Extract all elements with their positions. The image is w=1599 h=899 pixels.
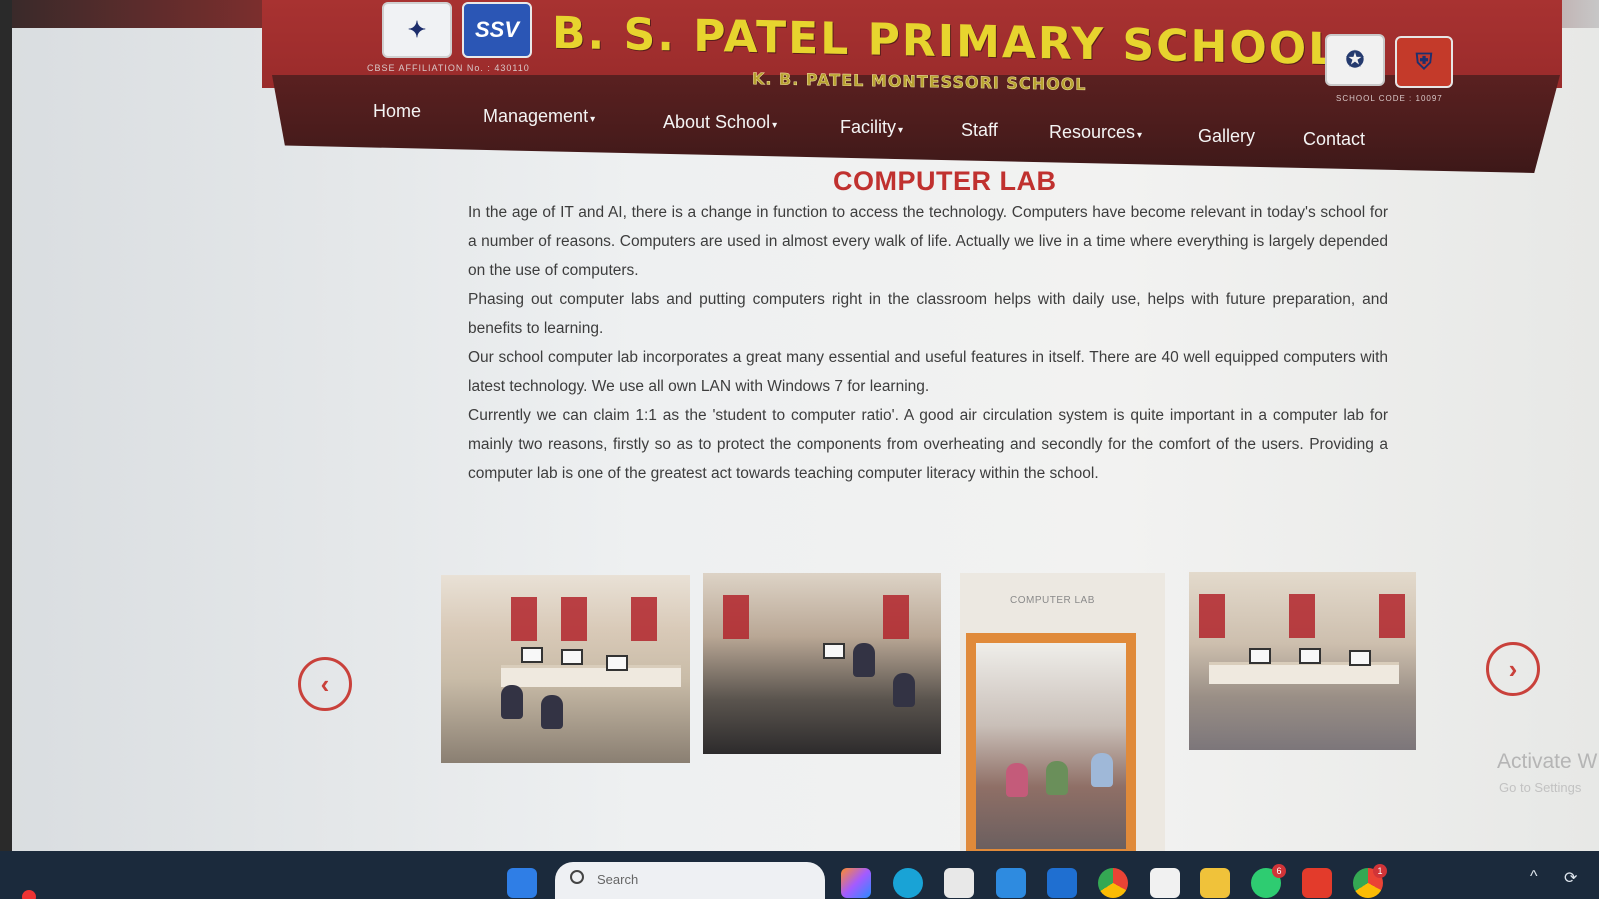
- chrome-icon[interactable]: [1098, 868, 1128, 898]
- nav-facility-label: Facility: [840, 117, 897, 137]
- carousel-prev-button[interactable]: ‹: [298, 657, 352, 711]
- copilot-icon[interactable]: [841, 868, 871, 898]
- chevron-left-icon: ‹: [320, 668, 330, 699]
- nav-staff[interactable]: Staff: [961, 120, 998, 141]
- nav-resources[interactable]: Resources ▾: [1049, 122, 1142, 143]
- nav-gallery-label: Gallery: [1198, 126, 1256, 146]
- edge-icon[interactable]: [893, 868, 923, 898]
- student: [541, 695, 563, 729]
- curtain: [1379, 594, 1405, 638]
- carousel-photo[interactable]: [1189, 572, 1416, 750]
- lab-door: [966, 633, 1136, 859]
- monitor: [1299, 648, 1321, 664]
- carousel-photo[interactable]: COMPUTER LAB: [960, 573, 1165, 859]
- person: [1006, 763, 1028, 797]
- sync-icon[interactable]: ⟳: [1564, 868, 1577, 888]
- crest-logo: ✪: [1325, 34, 1385, 86]
- carousel-next-button[interactable]: ›: [1486, 642, 1540, 696]
- person: [1091, 753, 1113, 787]
- nav-facility[interactable]: Facility ▾: [840, 117, 903, 138]
- paragraph-2: Phasing out computer labs and putting co…: [468, 291, 1388, 337]
- windows-activate-watermark: Activate W: [1497, 750, 1598, 773]
- paragraph-3: Our school computer lab incorporates a g…: [468, 349, 1388, 395]
- emblem-logo[interactable]: ✦: [382, 2, 452, 58]
- desk: [501, 665, 681, 687]
- page-title: COMPUTER LAB: [833, 166, 1057, 196]
- monitor: [823, 643, 845, 659]
- student: [501, 685, 523, 719]
- nav-management-label: Management: [483, 106, 589, 126]
- content-text: In the age of IT and AI, there is a chan…: [468, 198, 1388, 488]
- nav-home-label: Home: [373, 101, 422, 121]
- monitor: [1249, 648, 1271, 664]
- tray-chevron-up-icon[interactable]: ^: [1530, 868, 1538, 886]
- wps-office-icon[interactable]: [1302, 868, 1332, 898]
- nav-about-school[interactable]: About School ▾: [663, 112, 777, 133]
- chevron-down-icon: ▾: [772, 120, 778, 131]
- nav-contact[interactable]: Contact: [1303, 129, 1365, 150]
- folder-icon[interactable]: [1200, 868, 1230, 898]
- store-icon[interactable]: [944, 868, 974, 898]
- chevron-down-icon: ▾: [590, 114, 596, 125]
- curtain: [631, 597, 657, 641]
- chevron-down-icon: ▾: [1137, 130, 1143, 141]
- record-indicator-icon: [22, 890, 36, 899]
- nav-gallery[interactable]: Gallery: [1198, 126, 1255, 147]
- carousel-photo[interactable]: [441, 575, 690, 763]
- monitor: [1349, 650, 1371, 666]
- monitor: [521, 647, 543, 663]
- outlook-icon[interactable]: [1047, 868, 1077, 898]
- nav-staff-label: Staff: [961, 120, 998, 140]
- lab-door-sign: COMPUTER LAB: [1010, 595, 1095, 606]
- nav-resources-label: Resources: [1049, 122, 1136, 142]
- windows-start-icon[interactable]: [507, 868, 537, 898]
- taskbar-search-input[interactable]: Search: [555, 862, 825, 899]
- shield-logo: ⛨: [1395, 36, 1453, 88]
- student: [853, 643, 875, 677]
- ssv-logo[interactable]: SSV: [462, 2, 532, 58]
- school-code: SCHOOL CODE : 10097: [1336, 94, 1443, 103]
- paragraph-4: Currently we can claim 1:1 as the 'stude…: [468, 407, 1388, 482]
- cbse-affiliation: CBSE AFFILIATION No. : 430110: [367, 63, 530, 73]
- curtain: [1289, 594, 1315, 638]
- curtain: [1199, 594, 1225, 638]
- door-view: [976, 643, 1126, 849]
- monitor: [561, 649, 583, 665]
- curtain: [723, 595, 749, 639]
- paragraph-1: In the age of IT and AI, there is a chan…: [468, 204, 1388, 279]
- app-icon[interactable]: [996, 868, 1026, 898]
- curtain: [511, 597, 537, 641]
- document-icon[interactable]: [1150, 868, 1180, 898]
- windows-activate-subtext: Go to Settings: [1499, 780, 1582, 795]
- taskbar-search-placeholder: Search: [597, 872, 639, 887]
- chrome-badge: 1: [1373, 864, 1387, 878]
- nav-about-label: About School: [663, 112, 771, 132]
- nav-home[interactable]: Home: [373, 101, 421, 122]
- chevron-down-icon: ▾: [898, 125, 904, 136]
- monitor: [606, 655, 628, 671]
- whatsapp-badge: 6: [1272, 864, 1286, 878]
- chevron-right-icon: ›: [1508, 653, 1518, 684]
- nav-management[interactable]: Management ▾: [483, 106, 595, 127]
- curtain: [561, 597, 587, 641]
- nav-contact-label: Contact: [1303, 129, 1366, 149]
- person: [1046, 761, 1068, 795]
- curtain: [883, 595, 909, 639]
- student: [893, 673, 915, 707]
- carousel-photo[interactable]: [703, 573, 941, 754]
- monitor-bezel: [0, 0, 12, 899]
- search-icon: [570, 870, 584, 884]
